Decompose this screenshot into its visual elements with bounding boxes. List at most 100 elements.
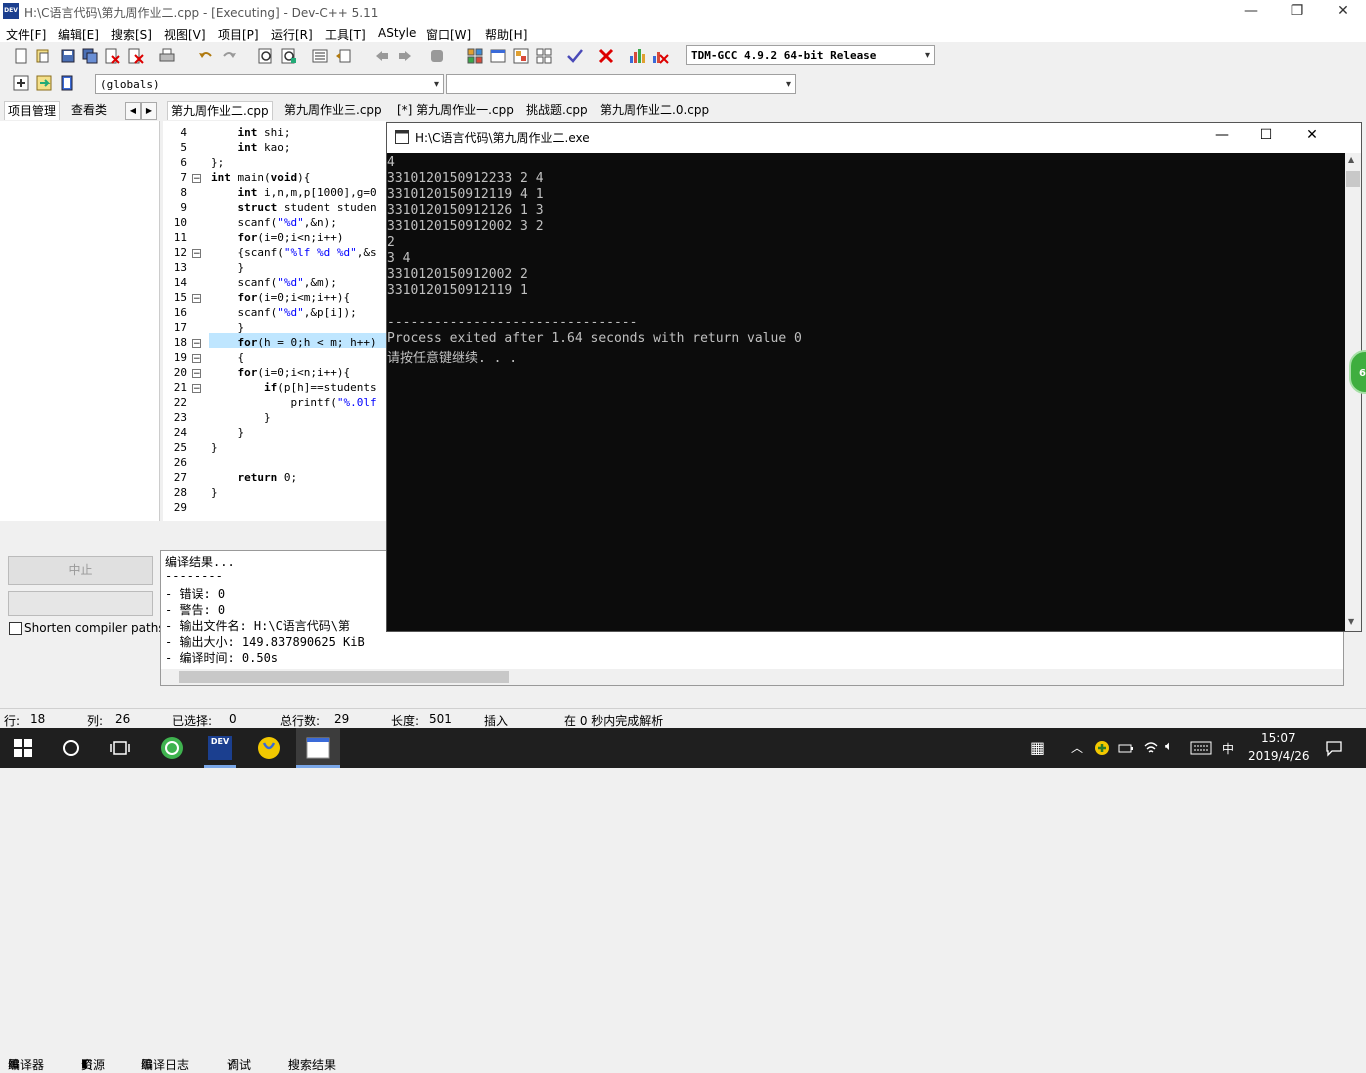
console-line: 2 (387, 235, 395, 250)
rebuild-all-icon[interactable] (535, 47, 553, 65)
console-line: 3310120150912002 3 2 (387, 219, 544, 234)
class-browser-icon[interactable] (58, 74, 76, 92)
volume-icon[interactable]: 🔈︎ (1165, 739, 1173, 754)
abort-button[interactable]: 中止 (8, 556, 153, 585)
code-line: } (211, 261, 245, 274)
tab-file[interactable]: 第九周作业三.cpp (281, 101, 385, 119)
find-icon[interactable] (257, 47, 275, 65)
console-maximize-button[interactable]: ☐ (1251, 127, 1281, 149)
profile-icon[interactable] (628, 47, 646, 65)
tab-file-active[interactable]: 第九周作业二.cpp (167, 101, 273, 120)
ime-indicator[interactable]: 中 (1222, 740, 1234, 757)
minimize-button[interactable]: — (1228, 0, 1274, 24)
run-icon[interactable] (489, 47, 507, 65)
status-bar: 行: 18 列: 26 已选择: 0 总行数: 29 长度: 501 插入 在 … (0, 708, 1366, 729)
log-line: - 警告: 0 (165, 603, 226, 617)
log-horizontal-scrollbar[interactable] (161, 669, 1343, 685)
battery-icon[interactable] (1118, 741, 1134, 755)
undo-icon[interactable] (197, 47, 215, 65)
fold-toggle-icon[interactable]: − (192, 369, 201, 379)
tab-file[interactable]: 第九周作业二.0.cpp (597, 101, 712, 119)
indent-icon[interactable] (311, 47, 329, 65)
open-file-icon[interactable] (34, 47, 52, 65)
project-tree-panel[interactable] (0, 121, 160, 521)
restore-button[interactable]: ❐ (1274, 0, 1320, 24)
replace-icon[interactable] (280, 47, 298, 65)
menu-help[interactable]: 帮助[H] (485, 26, 527, 43)
code-editor[interactable]: 4 int shi; 5 int kao; 6}; 7− int main(void){… (163, 121, 386, 521)
line-number: 29 (173, 501, 187, 514)
new-file-icon[interactable] (12, 47, 30, 65)
keyboard-grid-icon[interactable]: ▦ (1030, 738, 1045, 757)
tab-class-view[interactable]: 查看类 (68, 101, 110, 119)
task-view-icon[interactable] (110, 739, 130, 757)
syntax-check-icon[interactable] (566, 47, 584, 65)
tab-file[interactable]: 挑战题.cpp (523, 101, 591, 119)
fold-toggle-icon[interactable]: − (192, 249, 201, 259)
insert-icon[interactable] (12, 74, 30, 92)
tab-project-manager[interactable]: 项目管理 (4, 101, 61, 120)
bookmark-forward-icon[interactable] (396, 47, 414, 65)
console-scrollbar-thumb[interactable] (1346, 171, 1360, 187)
function-select[interactable]: ▾ (446, 74, 796, 94)
console-window[interactable]: H:\C语言代码\第九周作业二.exe — ☐ ✕ 4 3310120150912… (386, 122, 1362, 632)
windows-start-icon[interactable] (14, 739, 32, 757)
stop-execution-icon[interactable] (597, 47, 615, 65)
chevron-up-icon[interactable]: ︿ (1071, 739, 1083, 756)
fold-toggle-icon[interactable]: − (192, 339, 201, 349)
keyboard-icon[interactable] (1190, 741, 1212, 755)
globals-select[interactable]: (globals) ▾ (95, 74, 444, 94)
notification-icon[interactable] (1325, 739, 1343, 757)
menu-astyle[interactable]: AStyle (378, 26, 416, 40)
fold-toggle-icon[interactable]: − (192, 174, 201, 184)
menu-tools[interactable]: 工具[T] (325, 26, 366, 43)
clock-date[interactable]: 2019/4/26 (1248, 749, 1310, 763)
compile-run-icon[interactable] (512, 47, 530, 65)
menu-search[interactable]: 搜索[S] (111, 26, 152, 43)
devcpp-taskbar-icon[interactable]: DEV (208, 736, 232, 760)
media-app-icon[interactable] (257, 736, 281, 760)
menu-file[interactable]: 文件[F] (6, 26, 46, 43)
unindent-icon[interactable] (334, 47, 352, 65)
toggle-comment-icon[interactable] (428, 47, 446, 65)
save-icon[interactable] (59, 47, 77, 65)
print-icon[interactable] (158, 47, 176, 65)
compiler-select[interactable]: TDM-GCC 4.9.2 64-bit Release ▾ (686, 45, 935, 65)
close-all-icon[interactable] (127, 47, 145, 65)
redo-icon[interactable] (220, 47, 238, 65)
menu-run[interactable]: 运行[R] (271, 26, 313, 43)
console-taskbar-button[interactable] (296, 728, 340, 768)
fold-toggle-icon[interactable]: − (192, 354, 201, 364)
close-file-icon[interactable] (103, 47, 121, 65)
tab-scroll-right-icon[interactable]: ▶ (141, 102, 157, 120)
search-circle-icon[interactable] (62, 739, 80, 757)
save-all-icon[interactable] (81, 47, 99, 65)
floating-assistant-badge[interactable]: 63 (1349, 350, 1366, 394)
bookmark-back-icon[interactable] (373, 47, 391, 65)
tab-file[interactable]: [*] 第九周作业一.cpp (394, 101, 517, 119)
tab-scroll-left-icon[interactable]: ◀ (125, 102, 141, 120)
close-button[interactable]: ✕ (1320, 0, 1366, 24)
log-line: - 错误: 0 (165, 587, 226, 601)
scroll-up-icon[interactable]: ▲ (1348, 155, 1354, 164)
menu-project[interactable]: 项目[P] (218, 26, 259, 43)
wifi-icon[interactable] (1143, 740, 1159, 756)
goto-line-icon[interactable] (35, 74, 53, 92)
security-shield-icon[interactable] (1094, 740, 1110, 756)
log-scrollbar-thumb[interactable] (179, 671, 509, 683)
browser-app-icon[interactable] (160, 736, 184, 760)
clock-time[interactable]: 15:07 (1261, 731, 1296, 745)
line-number: 22 (173, 396, 187, 409)
shorten-paths-checkbox[interactable] (9, 622, 22, 635)
compile-icon[interactable] (466, 47, 484, 65)
fold-toggle-icon[interactable]: − (192, 384, 201, 394)
menu-window[interactable]: 窗口[W] (426, 26, 471, 43)
menu-view[interactable]: 视图[V] (164, 26, 206, 43)
console-close-button[interactable]: ✕ (1297, 127, 1327, 149)
console-minimize-button[interactable]: — (1207, 127, 1237, 149)
menu-edit[interactable]: 编辑[E] (58, 26, 99, 43)
scroll-down-icon[interactable]: ▼ (1348, 617, 1354, 626)
console-output[interactable]: 4 3310120150912233 2 4 3310120150912119 4 … (387, 153, 1345, 631)
fold-toggle-icon[interactable]: − (192, 294, 201, 304)
delete-profile-icon[interactable] (651, 47, 669, 65)
